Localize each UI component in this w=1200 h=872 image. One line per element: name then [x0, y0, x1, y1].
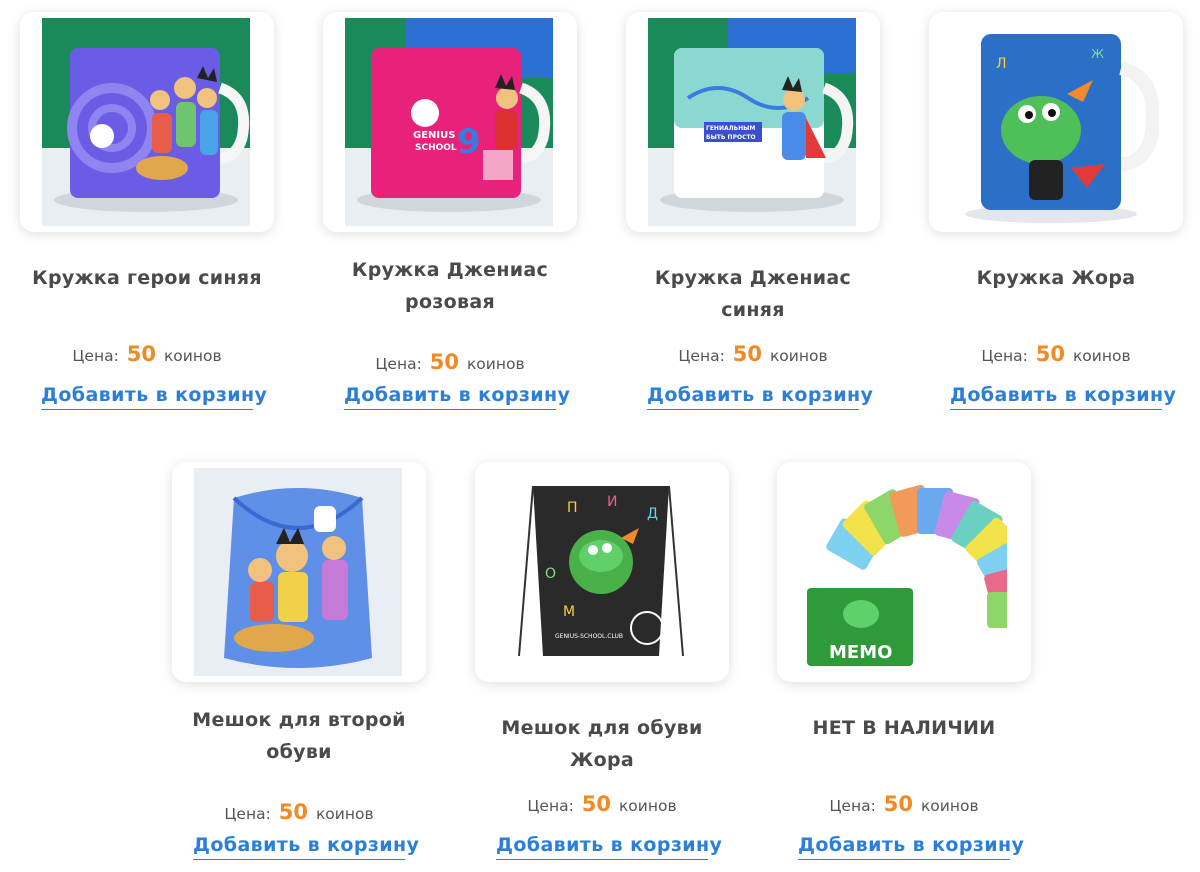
- add-to-cart-link[interactable]: Добавить в корзину: [193, 834, 419, 860]
- mug-zhora-image: Л Ж: [951, 18, 1159, 226]
- price-label: Цена:: [829, 797, 876, 815]
- product-price: Цена: 50 коинов: [323, 350, 577, 374]
- price-amount: 50: [581, 792, 611, 816]
- mug-genius-blue-image: ГЕНИАЛЬНЫМ БЫТЬ ПРОСТО: [648, 18, 856, 226]
- price-amount: 50: [732, 342, 762, 366]
- add-to-cart-link[interactable]: Добавить в корзину: [41, 384, 267, 410]
- price-label: Цена:: [981, 347, 1028, 365]
- product-image[interactable]: GENIUS-SCHOOL.CLUB П И Д О М: [475, 462, 729, 682]
- add-to-cart-link[interactable]: Добавить в корзину: [950, 384, 1176, 410]
- product-card: МЕМО НЕТ В НАЛИЧИИ Цена: 50 коинов Добав…: [777, 462, 1031, 860]
- image-text: GENIUS-SCHOOL.CLUB: [555, 633, 623, 640]
- mug-genius-pink-image: GENIUS SCHOOL 9: [345, 18, 553, 226]
- product-image[interactable]: Л Ж: [929, 12, 1183, 232]
- add-to-cart-link[interactable]: Добавить в корзину: [647, 384, 873, 410]
- price-currency: коинов: [315, 805, 374, 823]
- bag-zhora-black-image: GENIUS-SCHOOL.CLUB П И Д О М: [497, 468, 705, 676]
- add-to-cart-link[interactable]: Добавить в корзину: [496, 834, 722, 860]
- product-image[interactable]: ГЕНИАЛЬНЫМ БЫТЬ ПРОСТО: [626, 12, 880, 232]
- price-currency: коинов: [466, 355, 525, 373]
- add-to-cart-link[interactable]: Добавить в корзину: [798, 834, 1024, 860]
- svg-text:Д: Д: [647, 506, 658, 522]
- product-card: Кружка герои синяя Цена: 50 коинов Добав…: [20, 12, 274, 410]
- price-currency: коинов: [1072, 347, 1131, 365]
- svg-text:Ж: Ж: [1091, 47, 1104, 61]
- svg-text:О: О: [545, 566, 556, 582]
- price-amount: 50: [429, 350, 459, 374]
- product-image[interactable]: [20, 12, 274, 232]
- price-currency: коинов: [163, 347, 222, 365]
- mug-heroes-blue-image: [42, 18, 250, 226]
- product-card: Мешок для второй обуви Цена: 50 коинов Д…: [172, 462, 426, 860]
- price-amount: 50: [1035, 342, 1065, 366]
- product-card: Л Ж Кружка Жора Цена: 50 коинов Добавить…: [929, 12, 1183, 410]
- price-amount: 50: [883, 792, 913, 816]
- price-currency: коинов: [769, 347, 828, 365]
- product-price: Цена: 50 коинов: [20, 342, 274, 366]
- image-text: GENIUS: [413, 130, 455, 141]
- add-to-cart-link[interactable]: Добавить в корзину: [344, 384, 570, 410]
- price-amount: 50: [126, 342, 156, 366]
- price-label: Цена:: [72, 347, 119, 365]
- price-amount: 50: [278, 800, 308, 824]
- image-text: ГЕНИАЛЬНЫМ: [706, 125, 755, 132]
- product-card: ГЕНИАЛЬНЫМ БЫТЬ ПРОСТО Кружка Джениас си…: [626, 12, 880, 410]
- price-label: Цена:: [678, 347, 725, 365]
- price-label: Цена:: [527, 797, 574, 815]
- image-text: 9: [457, 122, 481, 162]
- image-text: МЕМО: [829, 642, 892, 663]
- price-label: Цена:: [375, 355, 422, 373]
- product-card: GENIUS SCHOOL 9 Кружка Джениас розовая Ц…: [323, 12, 577, 410]
- product-title: Кружка герои синяя: [32, 267, 262, 289]
- product-title: Кружка Джениас розовая: [351, 259, 549, 313]
- product-image[interactable]: МЕМО: [777, 462, 1031, 682]
- product-price: Цена: 50 коинов: [929, 342, 1183, 366]
- svg-text:М: М: [563, 604, 575, 620]
- product-title: Кружка Джениас синяя: [654, 267, 852, 321]
- product-title: НЕТ В НАЛИЧИИ: [812, 717, 996, 739]
- image-text: БЫТЬ ПРОСТО: [706, 134, 756, 141]
- product-price: Цена: 50 коинов: [475, 792, 729, 816]
- memo-cards-image: МЕМО: [799, 468, 1007, 676]
- product-price: Цена: 50 коинов: [172, 800, 426, 824]
- product-title: Мешок для второй обуви: [192, 709, 406, 763]
- product-image[interactable]: GENIUS SCHOOL 9: [323, 12, 577, 232]
- product-title: Кружка Жора: [976, 267, 1136, 289]
- svg-text:И: И: [607, 494, 617, 510]
- product-card: GENIUS-SCHOOL.CLUB П И Д О М Мешок для о…: [475, 462, 729, 860]
- product-image[interactable]: [172, 462, 426, 682]
- price-label: Цена:: [224, 805, 271, 823]
- product-price: Цена: 50 коинов: [626, 342, 880, 366]
- price-currency: коинов: [618, 797, 677, 815]
- svg-text:Л: Л: [996, 56, 1007, 72]
- product-price: Цена: 50 коинов: [777, 792, 1031, 816]
- svg-text:П: П: [567, 500, 578, 516]
- bag-heroes-image: [194, 468, 402, 676]
- price-currency: коинов: [920, 797, 979, 815]
- product-title: Мешок для обуви Жора: [501, 717, 703, 771]
- image-text: SCHOOL: [415, 143, 457, 153]
